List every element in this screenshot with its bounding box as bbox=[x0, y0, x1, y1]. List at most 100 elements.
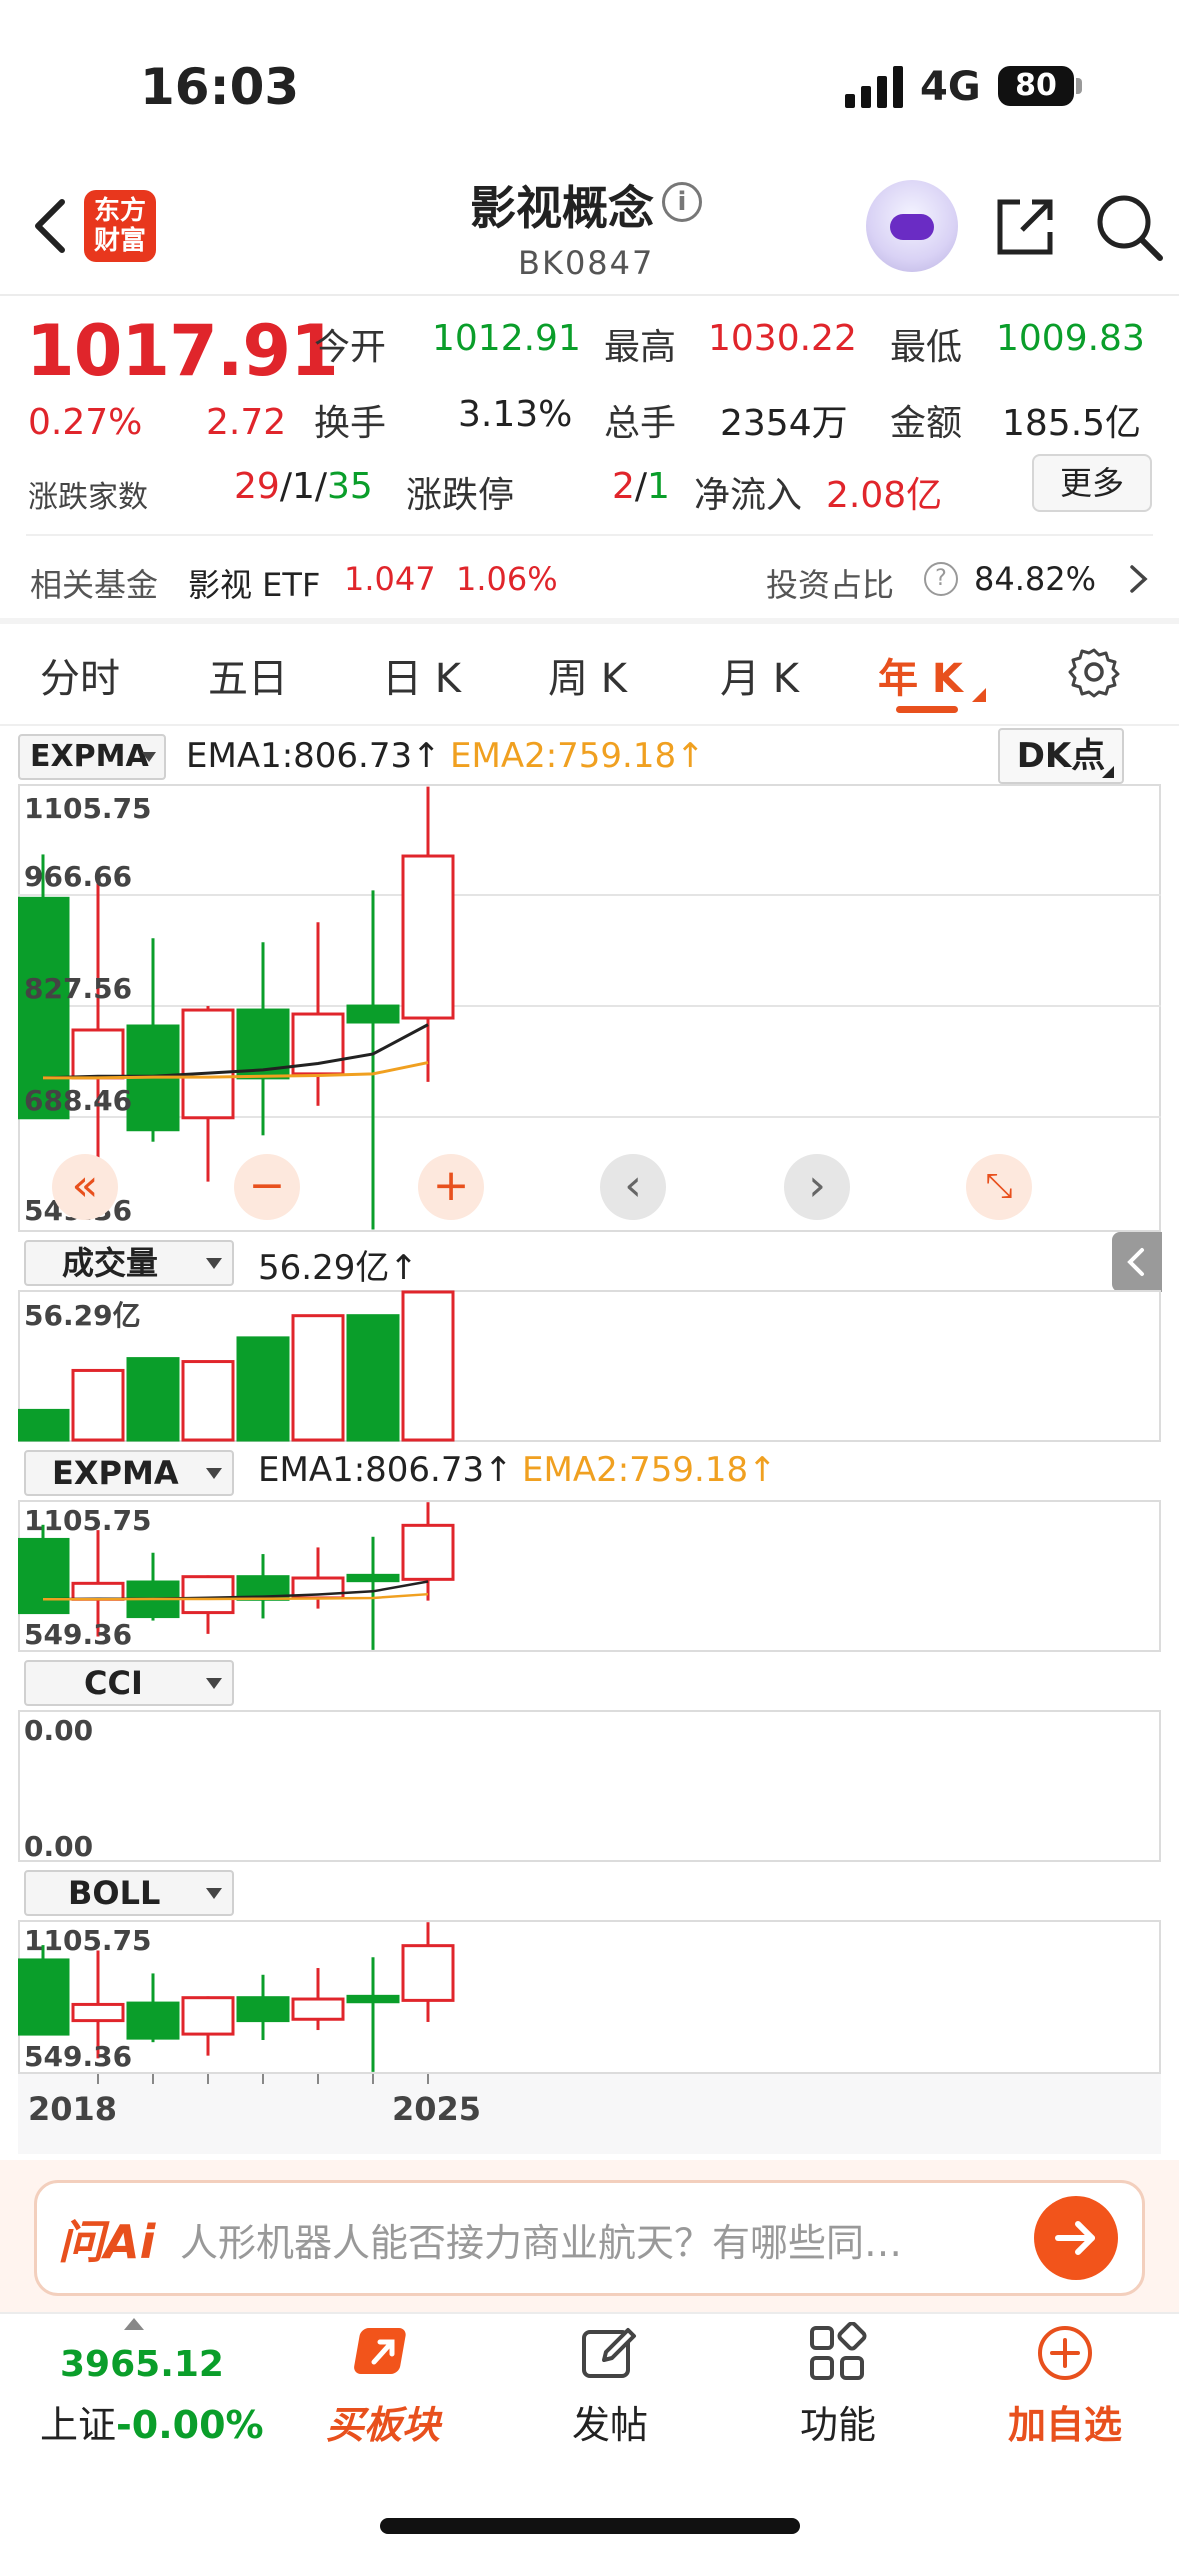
side-panel-toggle[interactable] bbox=[1112, 1232, 1162, 1292]
cci-y-top: 0.00 bbox=[24, 1714, 94, 1747]
boll-candle-body bbox=[291, 1997, 345, 2021]
volume-bar bbox=[236, 1336, 290, 1442]
index-info[interactable]: 上证-0.00% bbox=[40, 2394, 264, 2449]
share-icon[interactable] bbox=[992, 194, 1058, 260]
boll-candle-body bbox=[181, 1996, 235, 2036]
boll-chart bbox=[18, 1922, 455, 2072]
volume-value: 2354万 bbox=[720, 403, 848, 444]
help-icon[interactable]: ? bbox=[924, 562, 958, 596]
boll-indicator-select[interactable]: BOLL bbox=[24, 1870, 234, 1916]
scroll-left-icon[interactable]: ‹ bbox=[600, 1154, 666, 1220]
expma-chart bbox=[18, 1502, 455, 1650]
volume-bar bbox=[126, 1357, 180, 1442]
high-label: 最高 bbox=[604, 327, 677, 368]
tab-daily-k[interactable]: 日 K bbox=[382, 646, 461, 704]
nav-buy-board[interactable]: 买板块 bbox=[326, 2394, 440, 2449]
home-indicator bbox=[380, 2518, 800, 2534]
nav-add-watchlist[interactable]: 加自选 bbox=[1008, 2394, 1122, 2449]
volume-chart bbox=[18, 1290, 455, 1442]
x-axis-end: 2025 bbox=[392, 2090, 482, 2128]
expma-ema2-value: EMA2:759.18↑ bbox=[522, 1450, 777, 1490]
expma-candle-body bbox=[181, 1575, 235, 1615]
volume-indicator-select[interactable]: 成交量 bbox=[24, 1240, 234, 1286]
volume-bar bbox=[346, 1314, 400, 1442]
nav-post[interactable]: 发帖 bbox=[572, 2394, 648, 2449]
amount-value: 185.5亿 bbox=[1002, 403, 1142, 444]
robot-face-icon bbox=[890, 214, 934, 240]
battery-cap bbox=[1076, 78, 1082, 94]
expma-candle-body bbox=[346, 1573, 400, 1583]
x-axis-start: 2018 bbox=[28, 2090, 118, 2128]
chevron-left-icon bbox=[1127, 1248, 1144, 1276]
fund-percent: 1.06% bbox=[456, 560, 558, 598]
limit-label: 涨跌停 bbox=[406, 475, 515, 516]
fund-label: 相关基金 bbox=[30, 566, 159, 604]
dk-corner-icon bbox=[1102, 766, 1114, 778]
section-divider bbox=[0, 618, 1179, 624]
search-icon[interactable] bbox=[1094, 192, 1164, 262]
scroll-right-icon[interactable]: › bbox=[784, 1154, 850, 1220]
invest-ratio-value: 84.82% bbox=[974, 560, 1097, 598]
buy-board-icon[interactable] bbox=[352, 2322, 414, 2384]
add-watchlist-icon[interactable] bbox=[1034, 2322, 1096, 2384]
fund-name[interactable]: 影视 ETF bbox=[188, 560, 320, 606]
volume-bar bbox=[18, 1408, 70, 1442]
index-value[interactable]: 3965.12 bbox=[60, 2344, 224, 2385]
updown-counts: 29/1/35 bbox=[234, 466, 373, 507]
more-button[interactable]: 更多 bbox=[1032, 454, 1152, 512]
tab-dropdown-icon bbox=[972, 688, 986, 702]
expand-up-icon[interactable] bbox=[124, 2318, 144, 2330]
turnover-label: 换手 bbox=[314, 403, 387, 444]
tab-intraday[interactable]: 分时 bbox=[40, 646, 120, 704]
expma-y-bottom: 549.36 bbox=[24, 1618, 133, 1651]
cci-indicator-select[interactable]: CCI bbox=[24, 1660, 234, 1706]
volume-y-label: 56.29亿 bbox=[24, 1299, 141, 1332]
main-indicator-select[interactable]: EXPMA bbox=[18, 734, 166, 780]
network-label: 4G bbox=[920, 64, 981, 110]
back-icon[interactable] bbox=[26, 196, 76, 256]
change-amount: 2.72 bbox=[206, 402, 287, 443]
expma-indicator-select[interactable]: EXPMA bbox=[24, 1450, 234, 1496]
volume-bar bbox=[181, 1360, 235, 1442]
zoom-out-icon[interactable]: − bbox=[234, 1154, 300, 1220]
fullscreen-icon[interactable]: ⤡ bbox=[966, 1154, 1032, 1220]
open-label: 今开 bbox=[314, 327, 387, 368]
gear-icon[interactable] bbox=[1068, 646, 1120, 698]
quote-divider bbox=[26, 534, 1153, 536]
nav-functions[interactable]: 功能 bbox=[800, 2394, 876, 2449]
cci-panel[interactable] bbox=[18, 1710, 1161, 1862]
active-tab-underline bbox=[896, 706, 958, 713]
boll-candle-body bbox=[236, 1996, 290, 2023]
turnover-value: 3.13% bbox=[458, 394, 573, 435]
post-icon[interactable] bbox=[578, 2322, 640, 2384]
tab-yearly-k[interactable]: 年 K bbox=[878, 646, 963, 704]
amount-label: 金额 bbox=[890, 403, 963, 444]
nav-divider bbox=[0, 2312, 1179, 2314]
board-code: BK0847 bbox=[518, 244, 655, 282]
boll-y-top: 1105.75 bbox=[24, 1924, 152, 1957]
zoom-in-icon[interactable]: + bbox=[418, 1154, 484, 1220]
low-label: 最低 bbox=[890, 327, 963, 368]
limit-counts: 2/1 bbox=[612, 466, 670, 507]
tab-five-day[interactable]: 五日 bbox=[208, 646, 288, 704]
tab-monthly-k[interactable]: 月 K bbox=[720, 646, 799, 704]
ai-send-button[interactable] bbox=[1034, 2196, 1118, 2280]
tabs-divider bbox=[0, 724, 1179, 726]
tab-weekly-k[interactable]: 周 K bbox=[548, 646, 627, 704]
volume-label: 总手 bbox=[604, 403, 677, 444]
ai-question-text[interactable]: 人形机器人能否接力商业航天？有哪些同… bbox=[180, 2212, 980, 2267]
chevron-right-icon[interactable] bbox=[1128, 564, 1150, 594]
boll-candle-body bbox=[71, 2002, 125, 2023]
change-percent: 0.27% bbox=[28, 402, 143, 443]
functions-icon[interactable] bbox=[806, 2322, 868, 2384]
arrow-right-icon bbox=[1055, 2221, 1095, 2255]
rewind-icon[interactable]: « bbox=[52, 1154, 118, 1220]
info-icon[interactable]: i bbox=[662, 182, 702, 222]
fund-price: 1.047 bbox=[344, 560, 436, 598]
netflow-value: 2.08亿 bbox=[826, 475, 943, 516]
main-candle-body bbox=[71, 1028, 125, 1080]
x-axis-ticks bbox=[97, 2074, 429, 2084]
invest-ratio-label: 投资占比 bbox=[766, 566, 895, 604]
boll-candle-body bbox=[18, 1958, 70, 2036]
battery-icon: 80 bbox=[998, 66, 1074, 106]
